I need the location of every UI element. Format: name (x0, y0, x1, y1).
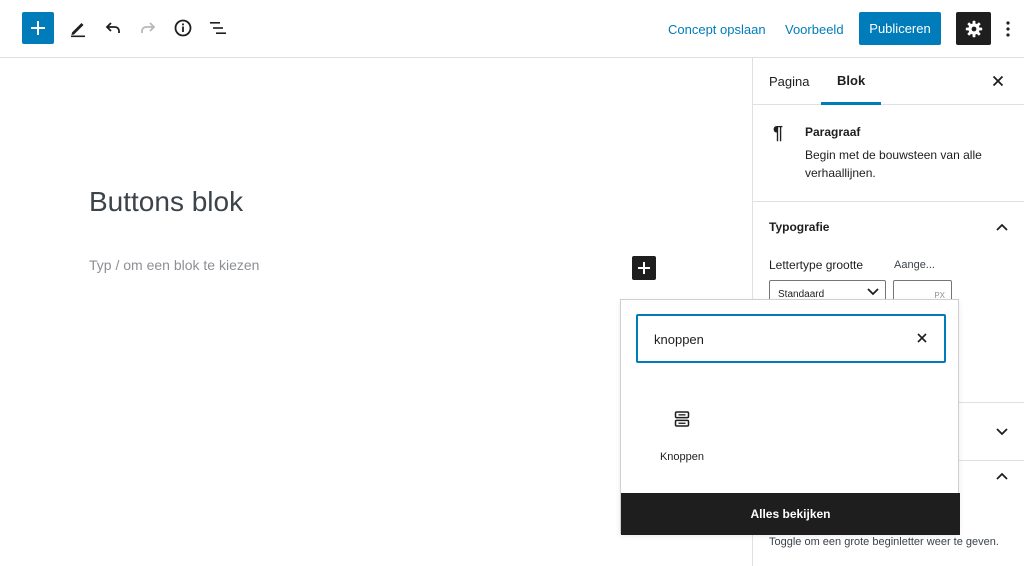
add-block-button[interactable] (22, 12, 54, 44)
publish-button[interactable]: Publiceren (859, 12, 941, 45)
plus-icon (638, 262, 650, 274)
redo-button[interactable] (132, 12, 164, 44)
save-draft-button[interactable]: Concept opslaan (662, 12, 772, 46)
chevron-up-icon[interactable] (993, 467, 1011, 485)
chevron-up-icon[interactable] (993, 218, 1011, 236)
options-button[interactable] (996, 12, 1020, 45)
undo-icon (105, 22, 120, 33)
pencil-icon (71, 23, 85, 38)
clear-search-button[interactable] (912, 328, 932, 348)
list-view-button[interactable] (202, 12, 234, 44)
font-size-label: Lettertype grootte (769, 258, 864, 272)
details-button[interactable] (167, 12, 199, 44)
list-view-icon (210, 22, 226, 34)
more-vertical-icon (1006, 20, 1010, 37)
block-search-input[interactable]: knoppen (636, 314, 946, 363)
inline-add-block-button[interactable] (632, 256, 656, 280)
chevron-down-icon[interactable] (993, 423, 1011, 441)
close-sidebar-button[interactable] (985, 68, 1011, 94)
tools-button[interactable] (62, 12, 94, 44)
info-icon (174, 19, 192, 37)
close-icon (917, 333, 927, 343)
drop-cap-help: Toggle om een grote beginletter weer te … (769, 536, 999, 548)
tab-page[interactable]: Pagina (753, 58, 825, 105)
settings-button[interactable] (956, 12, 991, 45)
close-icon (992, 75, 1004, 87)
preview-button[interactable]: Voorbeeld (779, 12, 850, 46)
typography-panel-title[interactable]: Typografie (769, 220, 829, 234)
block-placeholder[interactable]: Typ / om een blok te kiezen (89, 257, 259, 273)
paragraph-icon: ¶ (773, 123, 784, 143)
sidebar-tabs: Pagina Blok (753, 58, 1024, 105)
browse-all-button[interactable]: Alles bekijken (621, 493, 960, 535)
block-inserter-popover: knoppen Knoppen Alles bekijken (620, 299, 960, 535)
post-title[interactable]: Buttons blok (89, 186, 243, 218)
chevron-down-icon (867, 288, 879, 299)
block-result-label: Knoppen (659, 451, 705, 463)
block-name: Paragraaf (805, 125, 861, 139)
buttons-icon (674, 411, 690, 427)
block-card: ¶ Paragraaf Begin met de bouwsteen van a… (753, 105, 1024, 202)
editor-toolbar: Concept opslaan Voorbeeld Publiceren (0, 0, 1024, 58)
block-result-buttons[interactable]: Knoppen (647, 400, 717, 470)
plus-icon (31, 21, 45, 35)
block-search-value: knoppen (654, 332, 704, 347)
custom-size-label: Aange... (894, 259, 935, 271)
block-description: Begin met de bouwsteen van alle verhaall… (805, 148, 982, 180)
undo-button[interactable] (97, 12, 129, 44)
tab-block[interactable]: Blok (821, 58, 882, 105)
gear-icon (965, 20, 982, 37)
redo-icon (141, 22, 156, 33)
